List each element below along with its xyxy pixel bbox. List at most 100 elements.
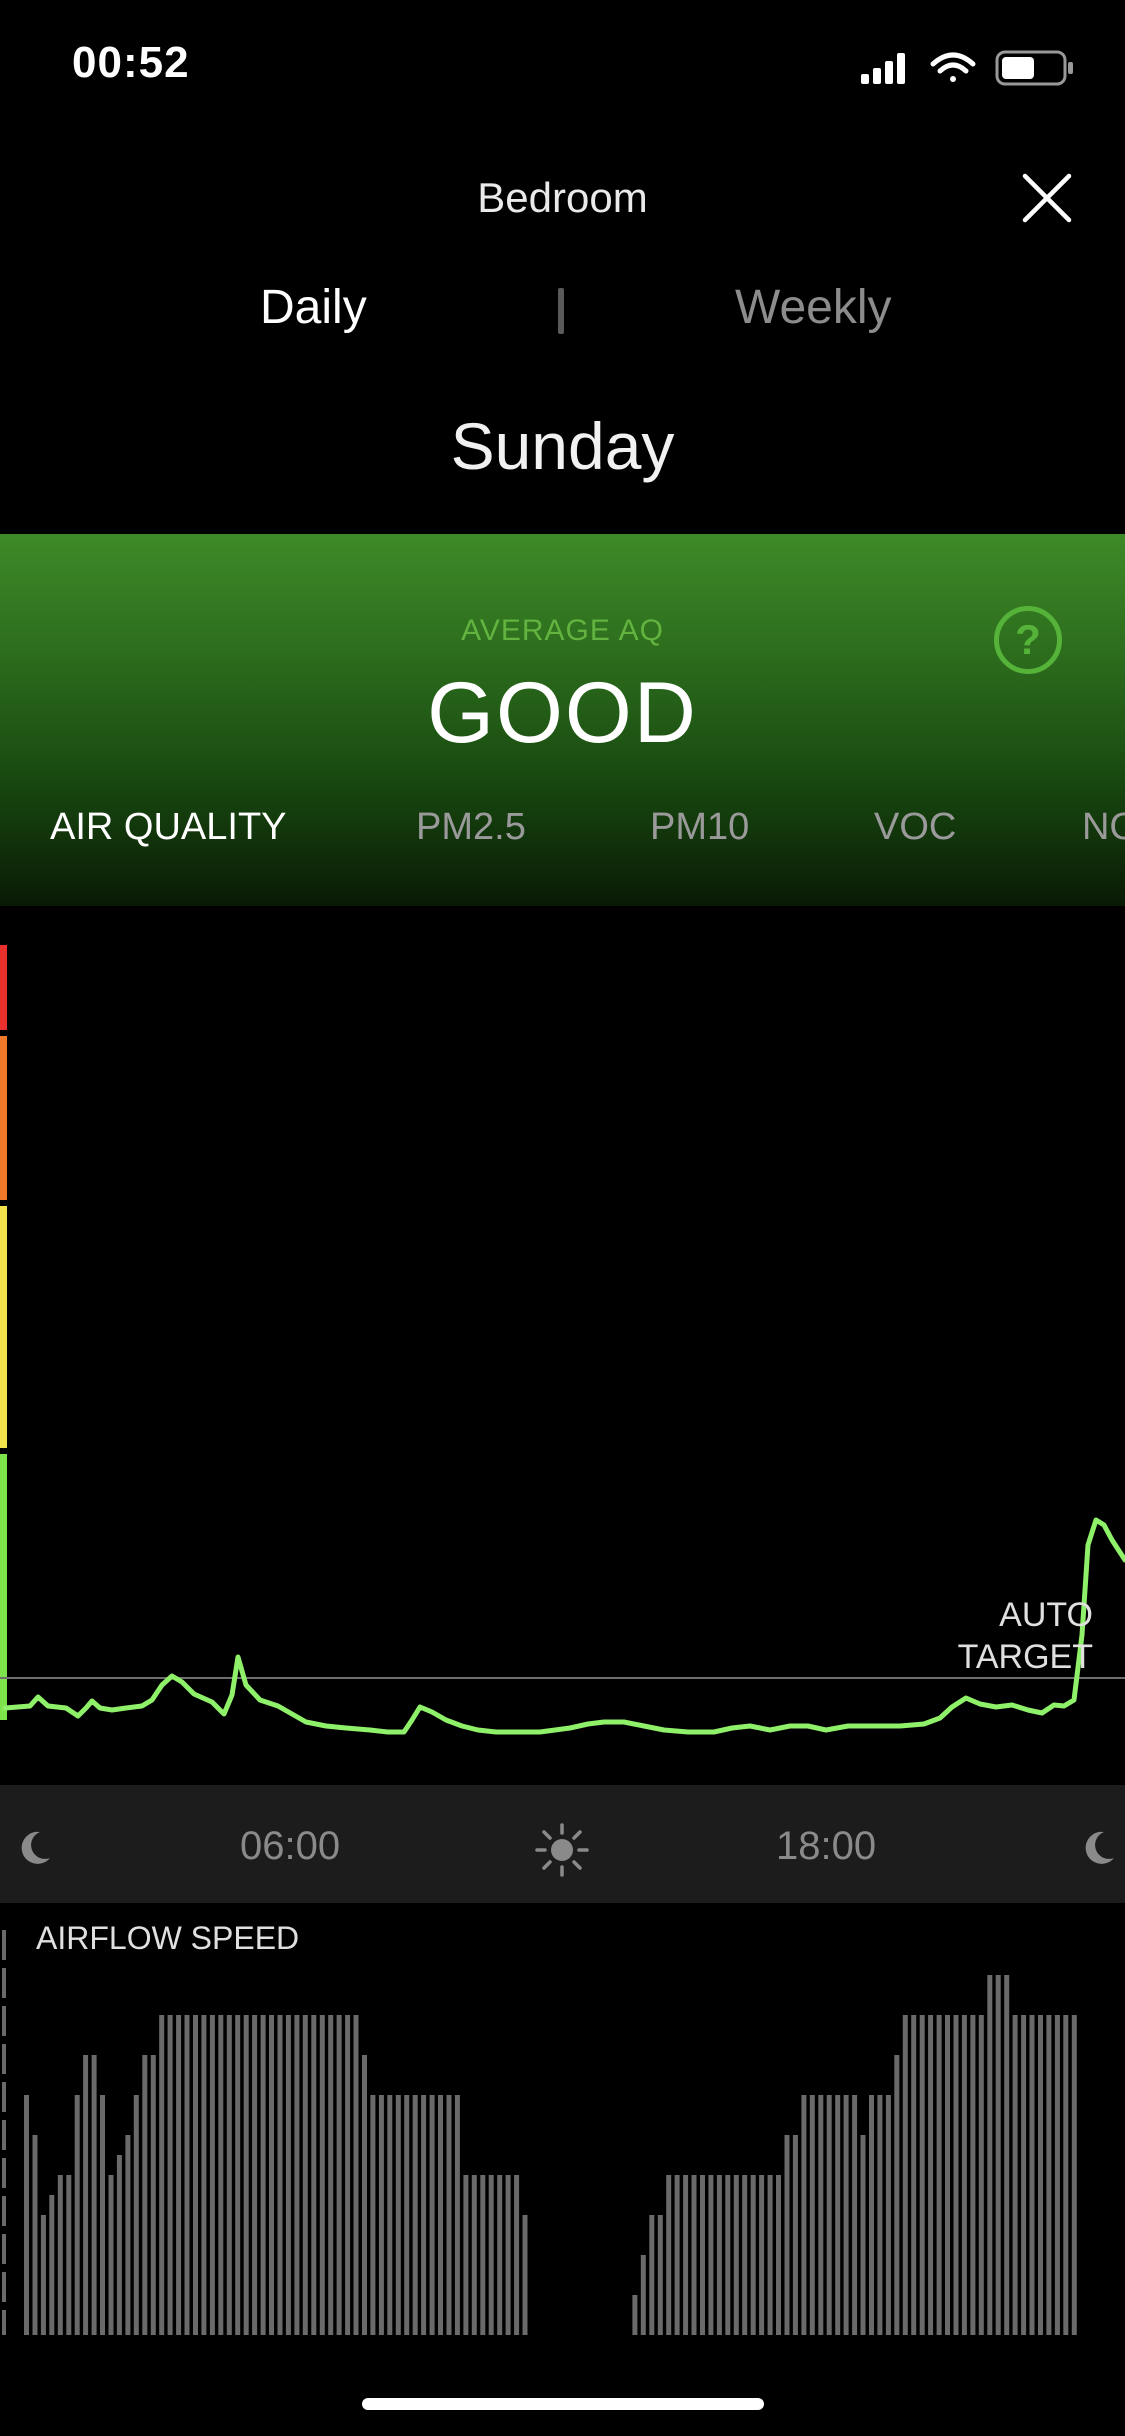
- airflow-bar: [57, 2175, 63, 2335]
- tab-air-quality[interactable]: AIR QUALITY: [50, 806, 287, 849]
- tab-pm25[interactable]: PM2.5: [416, 806, 526, 849]
- tick-18: 18:00: [776, 1824, 877, 1868]
- tick-06: 06:00: [240, 1824, 341, 1868]
- airflow-bar: [243, 2015, 249, 2335]
- airflow-bar: [370, 2095, 376, 2335]
- airflow-bar: [1071, 2015, 1077, 2335]
- day-title: Sunday: [450, 409, 675, 483]
- airflow-bar: [691, 2175, 697, 2335]
- sun-icon: [535, 1823, 589, 1877]
- airflow-bar: [404, 2095, 410, 2335]
- airflow-bar: [142, 2055, 148, 2335]
- airflow-bar: [150, 2055, 156, 2335]
- airflow-bar: [1012, 2015, 1018, 2335]
- wifi-icon: [930, 52, 976, 82]
- status-time: 00:52: [72, 38, 190, 87]
- airflow-bar: [919, 2015, 925, 2335]
- tab-daily[interactable]: Daily: [260, 280, 367, 335]
- airflow-bar: [446, 2095, 452, 2335]
- moon-icon: [1085, 1831, 1114, 1864]
- airflow-bar: [159, 2015, 165, 2335]
- airflow-bar: [1038, 2015, 1043, 2335]
- airflow-bar: [514, 2175, 520, 2335]
- airflow-bar: [995, 1975, 1001, 2335]
- airflow-bar: [345, 2015, 351, 2335]
- airflow-bar: [505, 2175, 511, 2335]
- band-poor: [0, 1036, 7, 1200]
- airflow-bar: [852, 2095, 858, 2335]
- airflow-bar: [362, 2055, 367, 2335]
- airflow-bar: [1029, 2015, 1035, 2335]
- airflow-bar: [133, 2095, 139, 2335]
- airflow-bar: [649, 2215, 655, 2335]
- airflow-bar: [877, 2095, 883, 2335]
- close-icon[interactable]: [1017, 168, 1077, 228]
- airflow-bar: [497, 2175, 503, 2335]
- status-icons: [861, 50, 1073, 86]
- airflow-bar: [1004, 1975, 1010, 2335]
- question-icon[interactable]: ?: [994, 606, 1062, 674]
- airflow-bar: [285, 2015, 291, 2335]
- airflow-bar: [801, 2095, 807, 2335]
- airflow-bar: [657, 2215, 663, 2335]
- airflow-bar: [945, 2015, 950, 2335]
- airflow-bar: [733, 2175, 739, 2335]
- room-title: Bedroom: [477, 174, 648, 221]
- airflow-bar: [387, 2095, 393, 2335]
- airflow-bar: [1054, 2015, 1060, 2335]
- airflow-bar: [471, 2175, 477, 2335]
- band-fair: [0, 1206, 7, 1448]
- tab-pm10[interactable]: PM10: [650, 806, 749, 849]
- tab-no2[interactable]: NO: [1082, 806, 1125, 849]
- airflow-speed-chart: [2, 1930, 1077, 2335]
- airflow-bar: [759, 2175, 765, 2335]
- airflow-bar: [24, 2095, 29, 2335]
- airflow-bar: [885, 2095, 891, 2335]
- tab-voc[interactable]: VOC: [874, 806, 956, 849]
- airflow-bar: [708, 2175, 714, 2335]
- airflow-bar: [463, 2175, 469, 2335]
- airflow-bar: [184, 2015, 190, 2335]
- airflow-bar: [522, 2215, 528, 2335]
- airflow-bar: [480, 2175, 486, 2335]
- battery-icon: [995, 50, 1073, 86]
- airflow-bar: [784, 2135, 790, 2335]
- airflow-bar: [176, 2015, 182, 2335]
- airflow-bar: [218, 2015, 224, 2335]
- airflow-bar: [809, 2095, 815, 2335]
- airflow-bar: [902, 2015, 908, 2335]
- airflow-bar: [302, 2015, 308, 2335]
- airflow-bar: [1063, 2015, 1069, 2335]
- airflow-bar: [700, 2175, 705, 2335]
- air-quality-chart: [0, 945, 1125, 1735]
- airflow-bar: [1021, 2015, 1027, 2335]
- home-indicator[interactable]: [362, 2398, 764, 2410]
- airflow-bar: [454, 2095, 460, 2335]
- airflow-bar: [269, 2015, 274, 2335]
- airflow-bar: [336, 2015, 342, 2335]
- airflow-bar: [201, 2015, 207, 2335]
- airflow-bar: [429, 2095, 435, 2335]
- airflow-bar: [683, 2175, 689, 2335]
- airflow-speed-title: AIRFLOW SPEED: [36, 1920, 300, 1956]
- airflow-bar: [328, 2015, 334, 2335]
- moon-icon: [21, 1831, 50, 1864]
- airflow-bar: [395, 2095, 401, 2335]
- airflow-bar: [378, 2095, 384, 2335]
- airflow-bar: [83, 2055, 89, 2335]
- airflow-bar: [167, 2015, 173, 2335]
- airflow-bar: [49, 2195, 55, 2335]
- airflow-bar: [252, 2015, 258, 2335]
- airflow-bar: [978, 2015, 984, 2335]
- airflow-bar: [792, 2135, 798, 2335]
- airflow-bar: [116, 2155, 122, 2335]
- airflow-bar: [742, 2175, 748, 2335]
- airflow-bar: [412, 2095, 418, 2335]
- average-aq-label: AVERAGE AQ: [461, 614, 664, 647]
- auto-target-line2: TARGET: [957, 1638, 1093, 1676]
- airflow-bar: [125, 2135, 131, 2335]
- auto-target-label: AUTO TARGET: [958, 1594, 1093, 1678]
- airflow-bar: [860, 2135, 866, 2335]
- tab-weekly[interactable]: Weekly: [735, 280, 892, 335]
- airflow-bar: [987, 1975, 993, 2335]
